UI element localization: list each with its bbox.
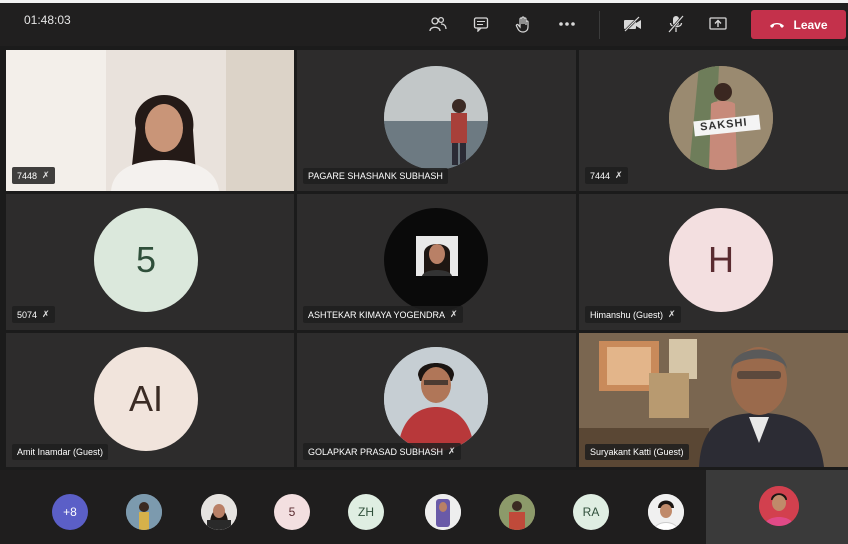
participant-avatar-initials: AI <box>94 347 198 451</box>
participant-name-label: 7448 ✗ <box>12 167 55 184</box>
self-view-tile[interactable] <box>706 470 848 544</box>
camera-off-icon[interactable] <box>620 11 646 37</box>
participant-name-label: PAGARE SHASHANK SUBHASH <box>303 168 448 184</box>
self-view-avatar <box>759 486 799 526</box>
participant-video-figure <box>111 95 219 191</box>
overflow-participant-avatar[interactable] <box>201 494 237 530</box>
raise-hand-icon[interactable] <box>510 11 536 37</box>
share-screen-icon[interactable] <box>705 11 731 37</box>
meeting-toolbar: 01:48:03 Leave <box>0 0 848 46</box>
toolbar-divider <box>599 11 600 39</box>
mic-off-icon: ✗ <box>668 309 676 319</box>
mic-off-icon: ✗ <box>615 170 623 180</box>
participant-tile[interactable]: SAKSHI 7444 ✗ <box>579 50 848 191</box>
participant-name-label: Himanshu (Guest) ✗ <box>585 306 681 323</box>
participant-name-label: ASHTEKAR KIMAYA YOGENDRA ✗ <box>303 306 463 323</box>
video-background <box>226 50 294 191</box>
participant-name-label: Suryakant Katti (Guest) <box>585 444 689 460</box>
participant-name-label: 7444 ✗ <box>585 167 628 184</box>
more-options-icon[interactable] <box>554 11 580 37</box>
overflow-participant-avatar[interactable] <box>126 494 162 530</box>
participant-tile[interactable]: ASHTEKAR KIMAYA YOGENDRA ✗ <box>297 194 576 330</box>
participants-icon[interactable] <box>425 11 451 37</box>
overflow-participant-avatar[interactable] <box>648 494 684 530</box>
mic-off-icon[interactable] <box>663 11 689 37</box>
participant-tile[interactable]: PAGARE SHASHANK SUBHASH <box>297 50 576 191</box>
participant-avatar-initials: 5 <box>94 208 198 312</box>
participant-name-label: Amit Inamdar (Guest) <box>12 444 109 460</box>
participant-tile[interactable]: 5 5074 ✗ <box>6 194 294 330</box>
overflow-participant-avatar[interactable]: 5 <box>274 494 310 530</box>
mic-off-icon: ✗ <box>42 309 50 319</box>
leave-label: Leave <box>793 17 828 32</box>
participant-name-label: GOLAPKAR PRASAD SUBHASH ✗ <box>303 443 461 460</box>
chat-icon[interactable] <box>468 11 494 37</box>
overflow-count-badge[interactable]: +8 <box>52 494 88 530</box>
mic-off-icon: ✗ <box>42 170 50 180</box>
participant-avatar-initials: H <box>669 208 773 312</box>
participant-avatar-photo <box>384 208 488 312</box>
leave-button[interactable]: Leave <box>751 10 846 39</box>
participant-tile[interactable]: Suryakant Katti (Guest) <box>579 333 848 467</box>
overflow-participant-avatar[interactable] <box>499 494 535 530</box>
phone-hangup-icon <box>769 18 785 32</box>
participant-tile[interactable]: GOLAPKAR PRASAD SUBHASH ✗ <box>297 333 576 467</box>
participant-grid: 7448 ✗ PAGARE SHASHANK SUBHASH SAKSHI 74… <box>0 46 848 470</box>
participant-avatar-photo <box>384 347 488 451</box>
mic-off-icon: ✗ <box>450 309 458 319</box>
mic-off-icon: ✗ <box>448 446 456 456</box>
overflow-participant-avatar[interactable] <box>425 494 461 530</box>
overflow-participant-avatar[interactable]: RA <box>573 494 609 530</box>
overflow-participant-avatar[interactable]: ZH <box>348 494 384 530</box>
participant-tile[interactable]: H Himanshu (Guest) ✗ <box>579 194 848 330</box>
participant-tile[interactable]: AI Amit Inamdar (Guest) <box>6 333 294 467</box>
participant-avatar-photo: SAKSHI <box>669 66 773 170</box>
participant-tile[interactable]: 7448 ✗ <box>6 50 294 191</box>
participant-avatar-photo <box>384 66 488 170</box>
overflow-participants-bar: +8 5 ZH RA <box>0 470 848 544</box>
participant-name-label: 5074 ✗ <box>12 306 55 323</box>
meeting-timer: 01:48:03 <box>24 13 71 27</box>
